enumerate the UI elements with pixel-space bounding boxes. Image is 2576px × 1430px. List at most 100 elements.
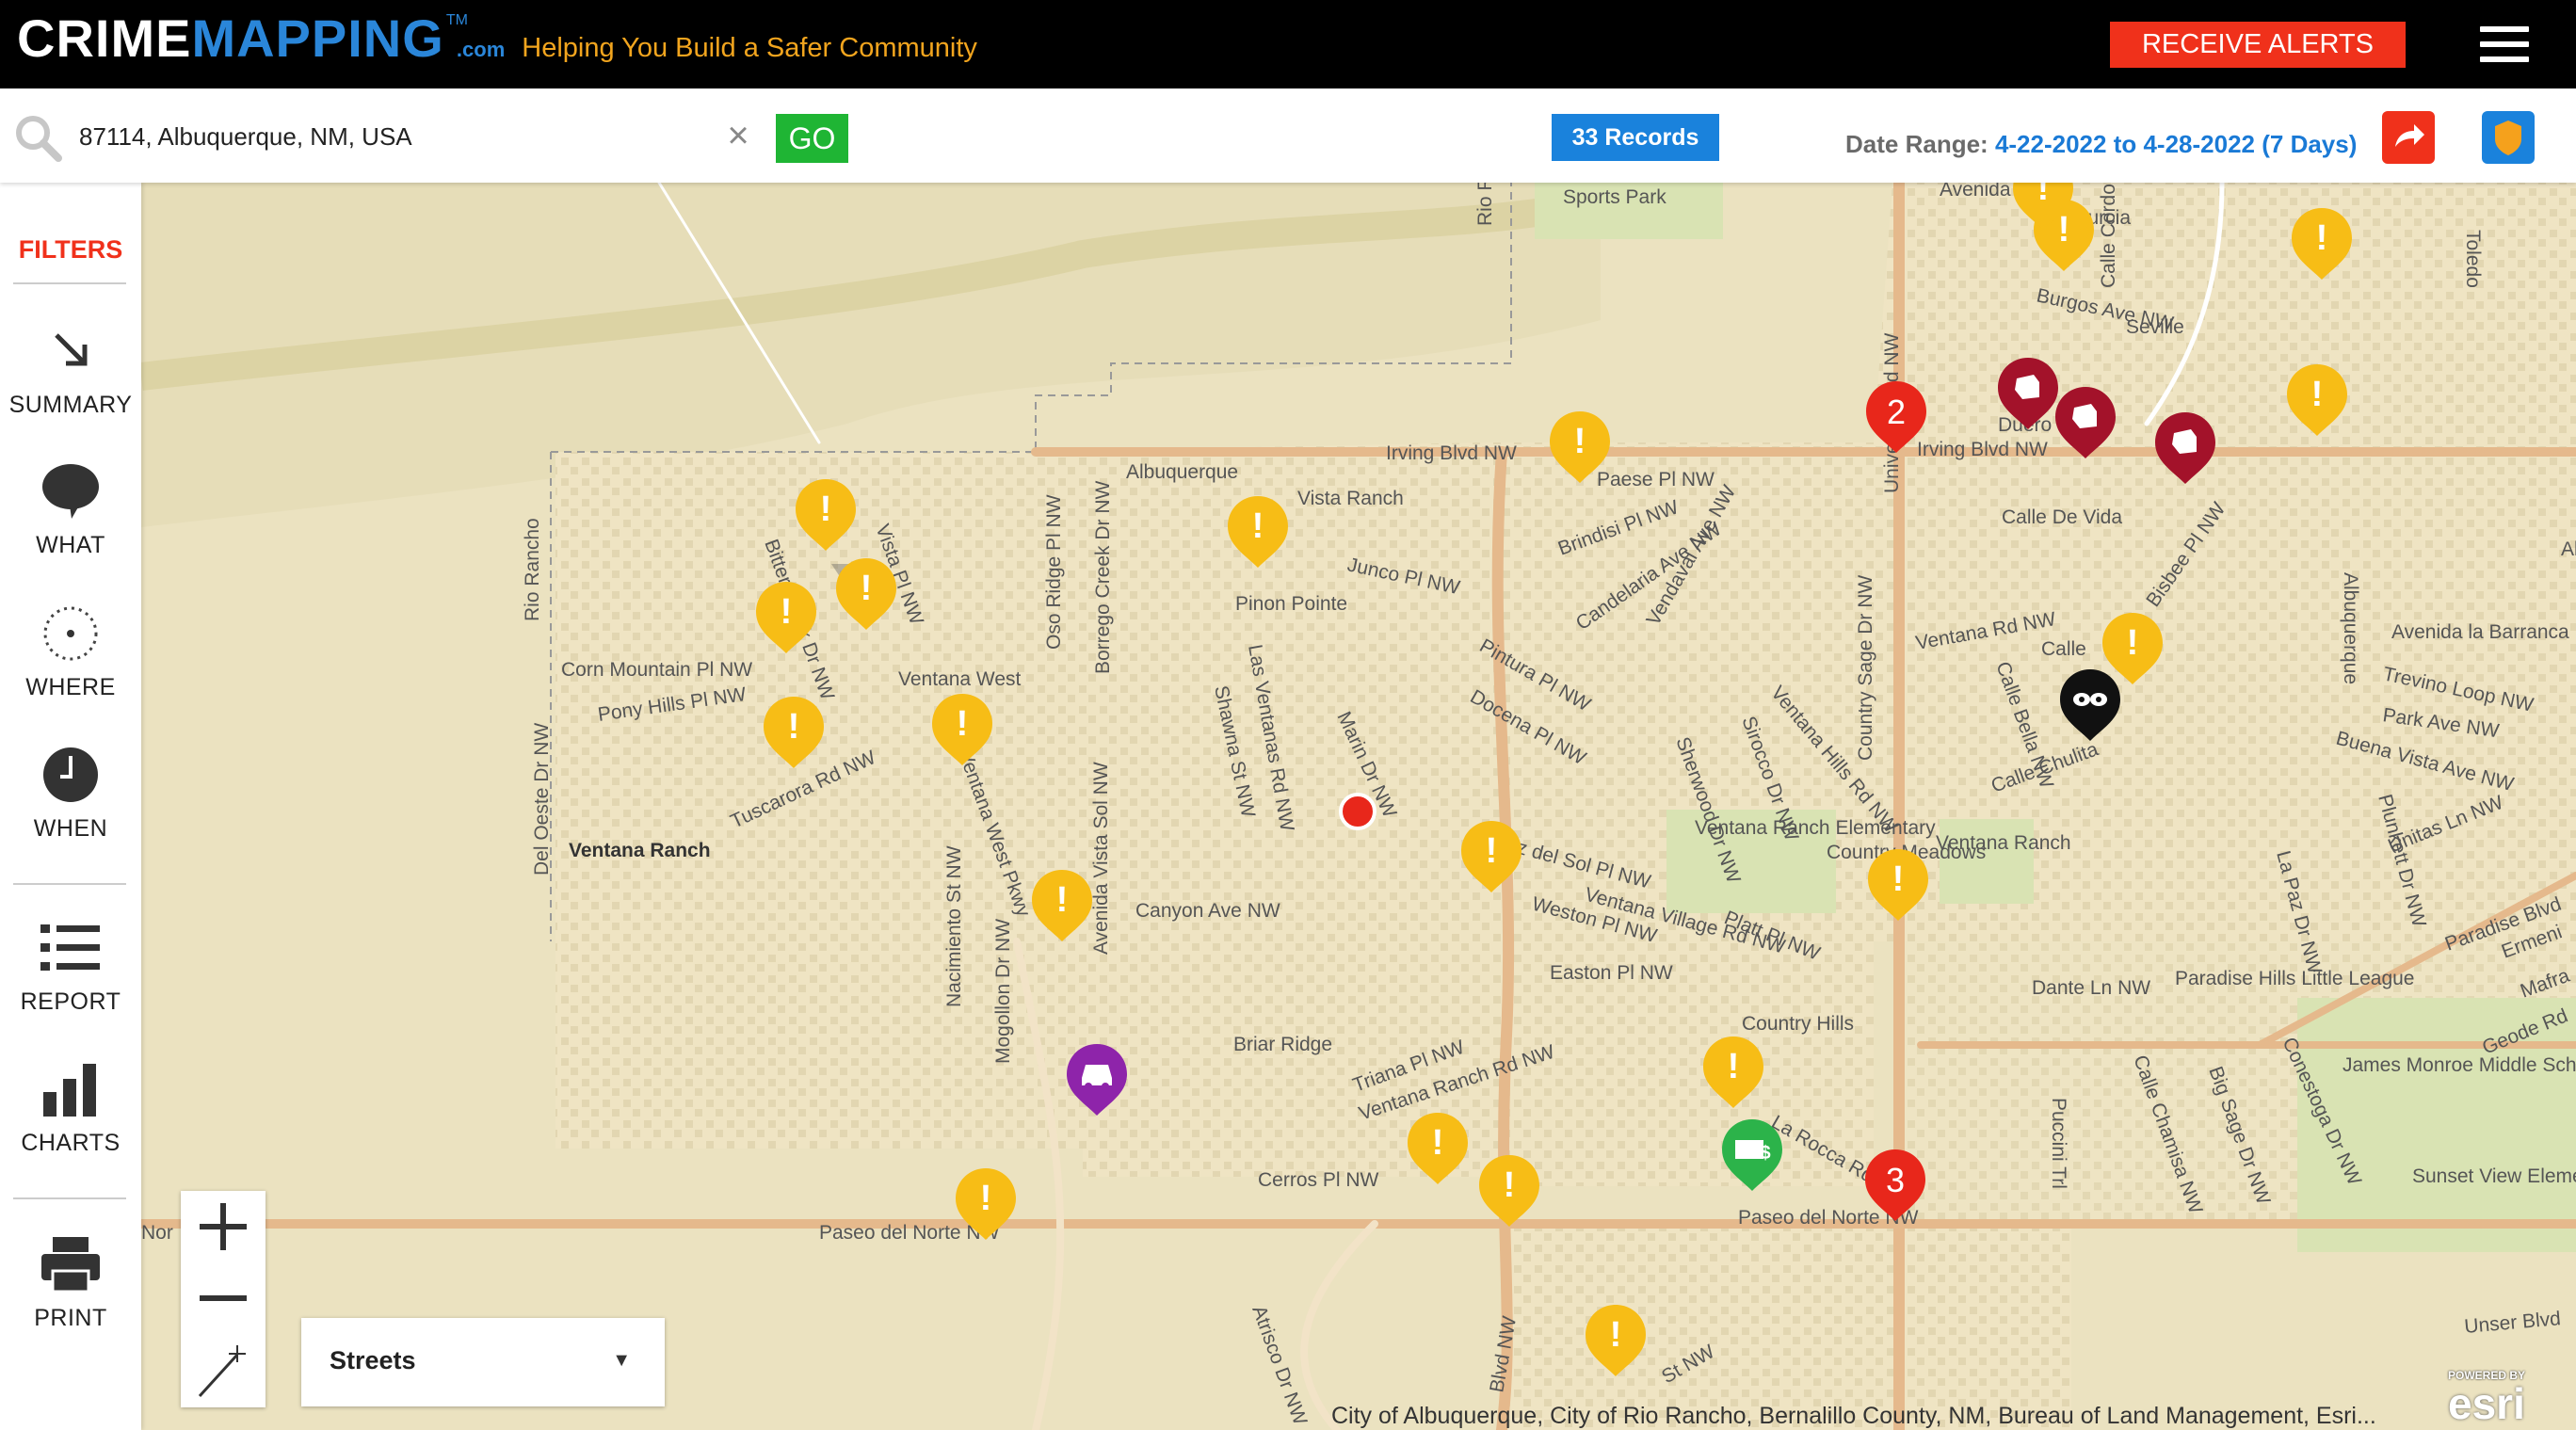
sidebar-divider (13, 1197, 126, 1199)
logo-crime-text: CRIME (17, 8, 192, 68)
map-label: Briar Ridge (1233, 1034, 1332, 1055)
sidebar-divider (13, 883, 126, 885)
filters-heading: FILTERS (18, 235, 123, 264)
map-label: Sunset View Elementary (2412, 1165, 2576, 1187)
map-label: Ventana Ranch (569, 840, 711, 861)
map-label: Albuquerque (1126, 461, 1238, 483)
esri-brand: esri (2448, 1379, 2525, 1428)
map-label: Calle (2041, 638, 2086, 660)
map-label: Dante Ln NW (2032, 977, 2150, 999)
svg-text:!: ! (2037, 183, 2050, 208)
map-label: Sports Park (1563, 186, 1666, 208)
svg-text:!: ! (2316, 218, 2328, 258)
date-range-label: Date Range: (1845, 130, 1988, 158)
zoom-out-icon[interactable] (181, 1262, 266, 1334)
search-input[interactable] (77, 117, 693, 156)
top-header-bar: CRIME MAPPING TM .com Helping You Build … (0, 0, 2576, 88)
map-label: Rio Rancho (522, 518, 543, 621)
crimemapping-logo[interactable]: CRIME MAPPING TM .com Helping You Build … (17, 8, 977, 83)
svg-text:!: ! (2058, 210, 2070, 249)
esri-logo: POWERED BY esri (2448, 1369, 2561, 1425)
zoom-controls (181, 1191, 266, 1407)
map-label: Ventana Ranch Elementary (1695, 817, 1936, 839)
receive-alerts-button[interactable]: RECEIVE ALERTS (2110, 22, 2406, 68)
hamburger-menu-icon[interactable] (2480, 26, 2529, 62)
svg-text:!: ! (1610, 1315, 1622, 1355)
sidebar-item-where[interactable]: WHERE (0, 601, 141, 701)
map-label: Nor (141, 1222, 173, 1244)
svg-text:!: ! (1056, 880, 1069, 920)
svg-text:!: ! (2311, 375, 2324, 414)
sidebar-item-label: REPORT (20, 988, 121, 1015)
svg-text:!: ! (788, 707, 800, 747)
sidebar-item-label: WHAT (36, 532, 105, 558)
map-label: Ventana West (898, 668, 1022, 690)
sidebar-item-report[interactable]: REPORT (0, 915, 141, 1016)
search-location-marker[interactable] (1339, 793, 1377, 830)
magic-wand-icon[interactable] (181, 1334, 266, 1406)
search-bar: × GO 33 Records Date Range: 4-22-2022 to… (0, 88, 2576, 183)
svg-text:!: ! (1432, 1123, 1444, 1163)
sidebar-item-label: SUMMARY (8, 392, 133, 418)
map-label: Paese Pl NW (1597, 469, 1715, 490)
map-label: Country Sage Dr NW (1855, 575, 1876, 761)
sidebar-item-label: WHERE (25, 674, 116, 700)
map-label: Del Oeste Dr NW (531, 723, 553, 876)
search-icon[interactable] (13, 113, 64, 164)
clock-icon (43, 747, 98, 802)
map-label: Borrego Creek Dr NW (1092, 480, 1114, 674)
crime-map[interactable]: Sports Park Avenida Murcia Burgos Ave NW… (141, 183, 2576, 1430)
svg-text:!: ! (820, 490, 832, 529)
map-label: Avenida la Barranca (2391, 621, 2569, 643)
sidebar-item-label: WHEN (33, 815, 108, 842)
sidebar-item-summary[interactable]: SUMMARY (0, 318, 141, 419)
svg-text:!: ! (980, 1179, 992, 1218)
tagline: Helping You Build a Safer Community (522, 33, 977, 63)
svg-text:$: $ (1760, 1143, 1770, 1164)
map-label: Alegre (2561, 538, 2576, 560)
svg-text:!: ! (1252, 506, 1264, 546)
agency-badge-button[interactable] (2482, 111, 2535, 164)
map-label: Canyon Ave NW (1135, 900, 1280, 922)
map-label: Toledo (2462, 230, 2484, 288)
date-range-value[interactable]: 4-22-2022 to 4-28-2022 (7 Days) (1995, 130, 2357, 158)
map-label: Calle De Vida (2002, 506, 2122, 528)
map-label: Calle Cordoba (2098, 183, 2119, 288)
close-icon[interactable]: × (721, 117, 755, 154)
filter-sidebar: FILTERS SUMMARY WHAT WHERE WHEN REPORT C… (0, 183, 141, 1430)
dotted-circle-icon (43, 606, 98, 661)
sidebar-item-charts[interactable]: CHARTS (0, 1056, 141, 1157)
basemap-select[interactable]: Streets ▼ (301, 1318, 665, 1406)
map-canvas[interactable]: Sports Park Avenida Murcia Burgos Ave NW… (141, 183, 2576, 1430)
svg-text:!: ! (1504, 1165, 1516, 1205)
list-icon (40, 924, 100, 971)
map-label: Cerros Pl NW (1258, 1169, 1379, 1191)
svg-text:!: ! (1728, 1047, 1740, 1086)
sidebar-item-what[interactable]: WHAT (0, 458, 141, 559)
cluster-count: 2 (1887, 393, 1906, 431)
date-range[interactable]: Date Range: 4-22-2022 to 4-28-2022 (7 Da… (1845, 130, 2357, 159)
svg-text:!: ! (781, 592, 793, 632)
bar-chart-icon (43, 1064, 96, 1117)
zoom-in-icon[interactable] (181, 1191, 266, 1262)
printer-icon (41, 1237, 100, 1293)
map-label: Pinon Pointe (1235, 593, 1347, 615)
arrow-down-right-icon (55, 333, 88, 366)
map-label: Nacimiento St NW (943, 845, 965, 1007)
map-label: Rio Rancho (1474, 183, 1496, 226)
map-label: James Monroe Middle School (2343, 1054, 2576, 1076)
svg-text:!: ! (1574, 422, 1586, 461)
chevron-down-icon: ▼ (612, 1350, 631, 1371)
sidebar-divider (13, 282, 126, 284)
map-attribution: City of Albuquerque, City of Rio Rancho,… (1331, 1403, 2376, 1429)
sidebar-item-when[interactable]: WHEN (0, 742, 141, 843)
go-button[interactable]: GO (776, 114, 848, 163)
basemap-select-value: Streets (330, 1346, 416, 1374)
sidebar-item-print[interactable]: PRINT (0, 1231, 141, 1332)
map-label: Oso Ridge Pl NW (1043, 494, 1065, 650)
logo-dotcom: .com (456, 38, 506, 61)
share-button[interactable] (2382, 111, 2435, 164)
map-label: Mogollon Dr NW (992, 919, 1014, 1064)
records-count-button[interactable]: 33 Records (1552, 114, 1719, 161)
map-label: Paradise Hills Little League (2175, 968, 2414, 989)
